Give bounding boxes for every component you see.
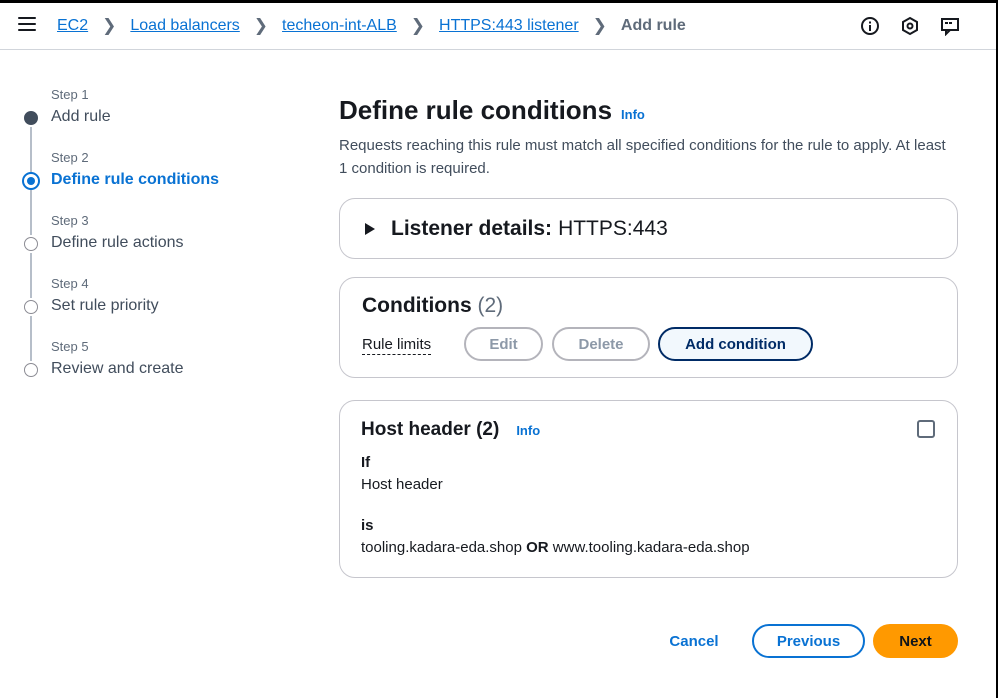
breadcrumb-ec2[interactable]: EC2 xyxy=(57,17,88,35)
delete-button[interactable]: Delete xyxy=(552,327,650,361)
is-label: is xyxy=(361,517,374,534)
page-title: Define rule conditions Info xyxy=(339,95,958,126)
step-pending-icon xyxy=(24,363,38,377)
step-complete-icon xyxy=(24,111,38,125)
step-current-icon xyxy=(22,172,40,190)
step-number: Step 4 xyxy=(51,276,89,291)
step-3: Step 3 Define rule actions xyxy=(22,213,282,298)
step-title: Review and create xyxy=(51,360,184,377)
host-header-title-text: Host header (2) xyxy=(361,419,500,440)
info-link[interactable]: Info xyxy=(621,107,645,122)
conditions-title: Conditions (2) xyxy=(362,294,503,318)
listener-details-panel: Listener details: HTTPS:443 xyxy=(339,198,958,259)
if-label: If xyxy=(361,454,371,471)
step-1[interactable]: Step 1 Add rule xyxy=(22,87,282,172)
listener-details-toggle[interactable]: Listener details: HTTPS:443 xyxy=(365,217,668,241)
breadcrumb-load-balancer[interactable]: techeon-int-ALB xyxy=(282,17,397,35)
rule-limits-link[interactable]: Rule limits xyxy=(362,336,432,355)
step-2[interactable]: Step 2 Define rule conditions xyxy=(22,150,282,235)
breadcrumb-current: Add rule xyxy=(620,17,686,34)
host-value: www.tooling.kadara-eda.shop xyxy=(552,539,750,556)
listener-details-label: Listener details: xyxy=(391,217,553,240)
conditions-count: (2) xyxy=(477,294,504,317)
breadcrumb-load-balancers[interactable]: Load balancers xyxy=(130,17,239,35)
host-header-title: Host header (2) Info xyxy=(361,419,540,441)
info-icon[interactable] xyxy=(860,16,880,36)
edit-button[interactable]: Edit xyxy=(464,327,543,361)
step-title: Define rule conditions xyxy=(51,171,220,188)
top-navigation-bar: EC2 ❯ Load balancers ❯ techeon-int-ALB ❯… xyxy=(0,3,996,50)
chevron-right-icon: ❯ xyxy=(253,16,269,35)
caret-right-icon xyxy=(365,223,375,235)
step-4: Step 4 Set rule priority xyxy=(22,276,282,361)
step-title: Define rule actions xyxy=(51,234,184,251)
step-number: Step 1 xyxy=(51,87,89,102)
conditions-title-text: Conditions xyxy=(362,294,472,317)
host-value: tooling.kadara-eda.shop xyxy=(361,539,522,556)
if-value: Host header xyxy=(361,476,443,493)
step-pending-icon xyxy=(24,237,38,251)
host-values: tooling.kadara-eda.shop OR www.tooling.k… xyxy=(361,539,750,556)
page-title-text: Define rule conditions xyxy=(339,95,613,125)
cancel-button[interactable]: Cancel xyxy=(662,624,726,658)
step-number: Step 5 xyxy=(51,339,89,354)
feedback-icon[interactable] xyxy=(940,16,960,36)
chevron-right-icon: ❯ xyxy=(410,16,426,35)
step-number: Step 3 xyxy=(51,213,89,228)
main-content: Define rule conditions Info Requests rea… xyxy=(339,95,958,578)
wizard-steps: Step 1 Add rule Step 2 Define rule condi… xyxy=(22,87,282,402)
chevron-right-icon: ❯ xyxy=(102,16,117,35)
previous-button[interactable]: Previous xyxy=(752,624,865,658)
info-link[interactable]: Info xyxy=(516,423,540,438)
step-title[interactable]: Add rule xyxy=(51,107,282,127)
step-pending-icon xyxy=(24,300,38,314)
page-description: Requests reaching this rule must match a… xyxy=(339,137,946,177)
settings-hex-icon[interactable] xyxy=(900,16,920,36)
breadcrumb-listener[interactable]: HTTPS:443 listener xyxy=(439,17,579,35)
next-button[interactable]: Next xyxy=(873,624,958,658)
select-condition-checkbox[interactable] xyxy=(917,420,935,438)
step-5: Step 5 Review and create xyxy=(22,339,282,402)
add-condition-button[interactable]: Add condition xyxy=(658,327,813,361)
chevron-right-icon: ❯ xyxy=(592,16,607,35)
menu-icon[interactable] xyxy=(18,17,36,33)
or-separator: OR xyxy=(526,539,549,556)
step-title: Set rule priority xyxy=(51,297,159,314)
listener-details-value: HTTPS:443 xyxy=(558,217,668,240)
step-number: Step 2 xyxy=(51,150,89,165)
breadcrumb: EC2 ❯ Load balancers ❯ techeon-int-ALB ❯… xyxy=(57,16,686,36)
conditions-panel: Conditions (2) Rule limits Edit Delete A… xyxy=(339,277,958,378)
host-header-condition-card: Host header (2) Info If Host header is t… xyxy=(339,400,958,578)
